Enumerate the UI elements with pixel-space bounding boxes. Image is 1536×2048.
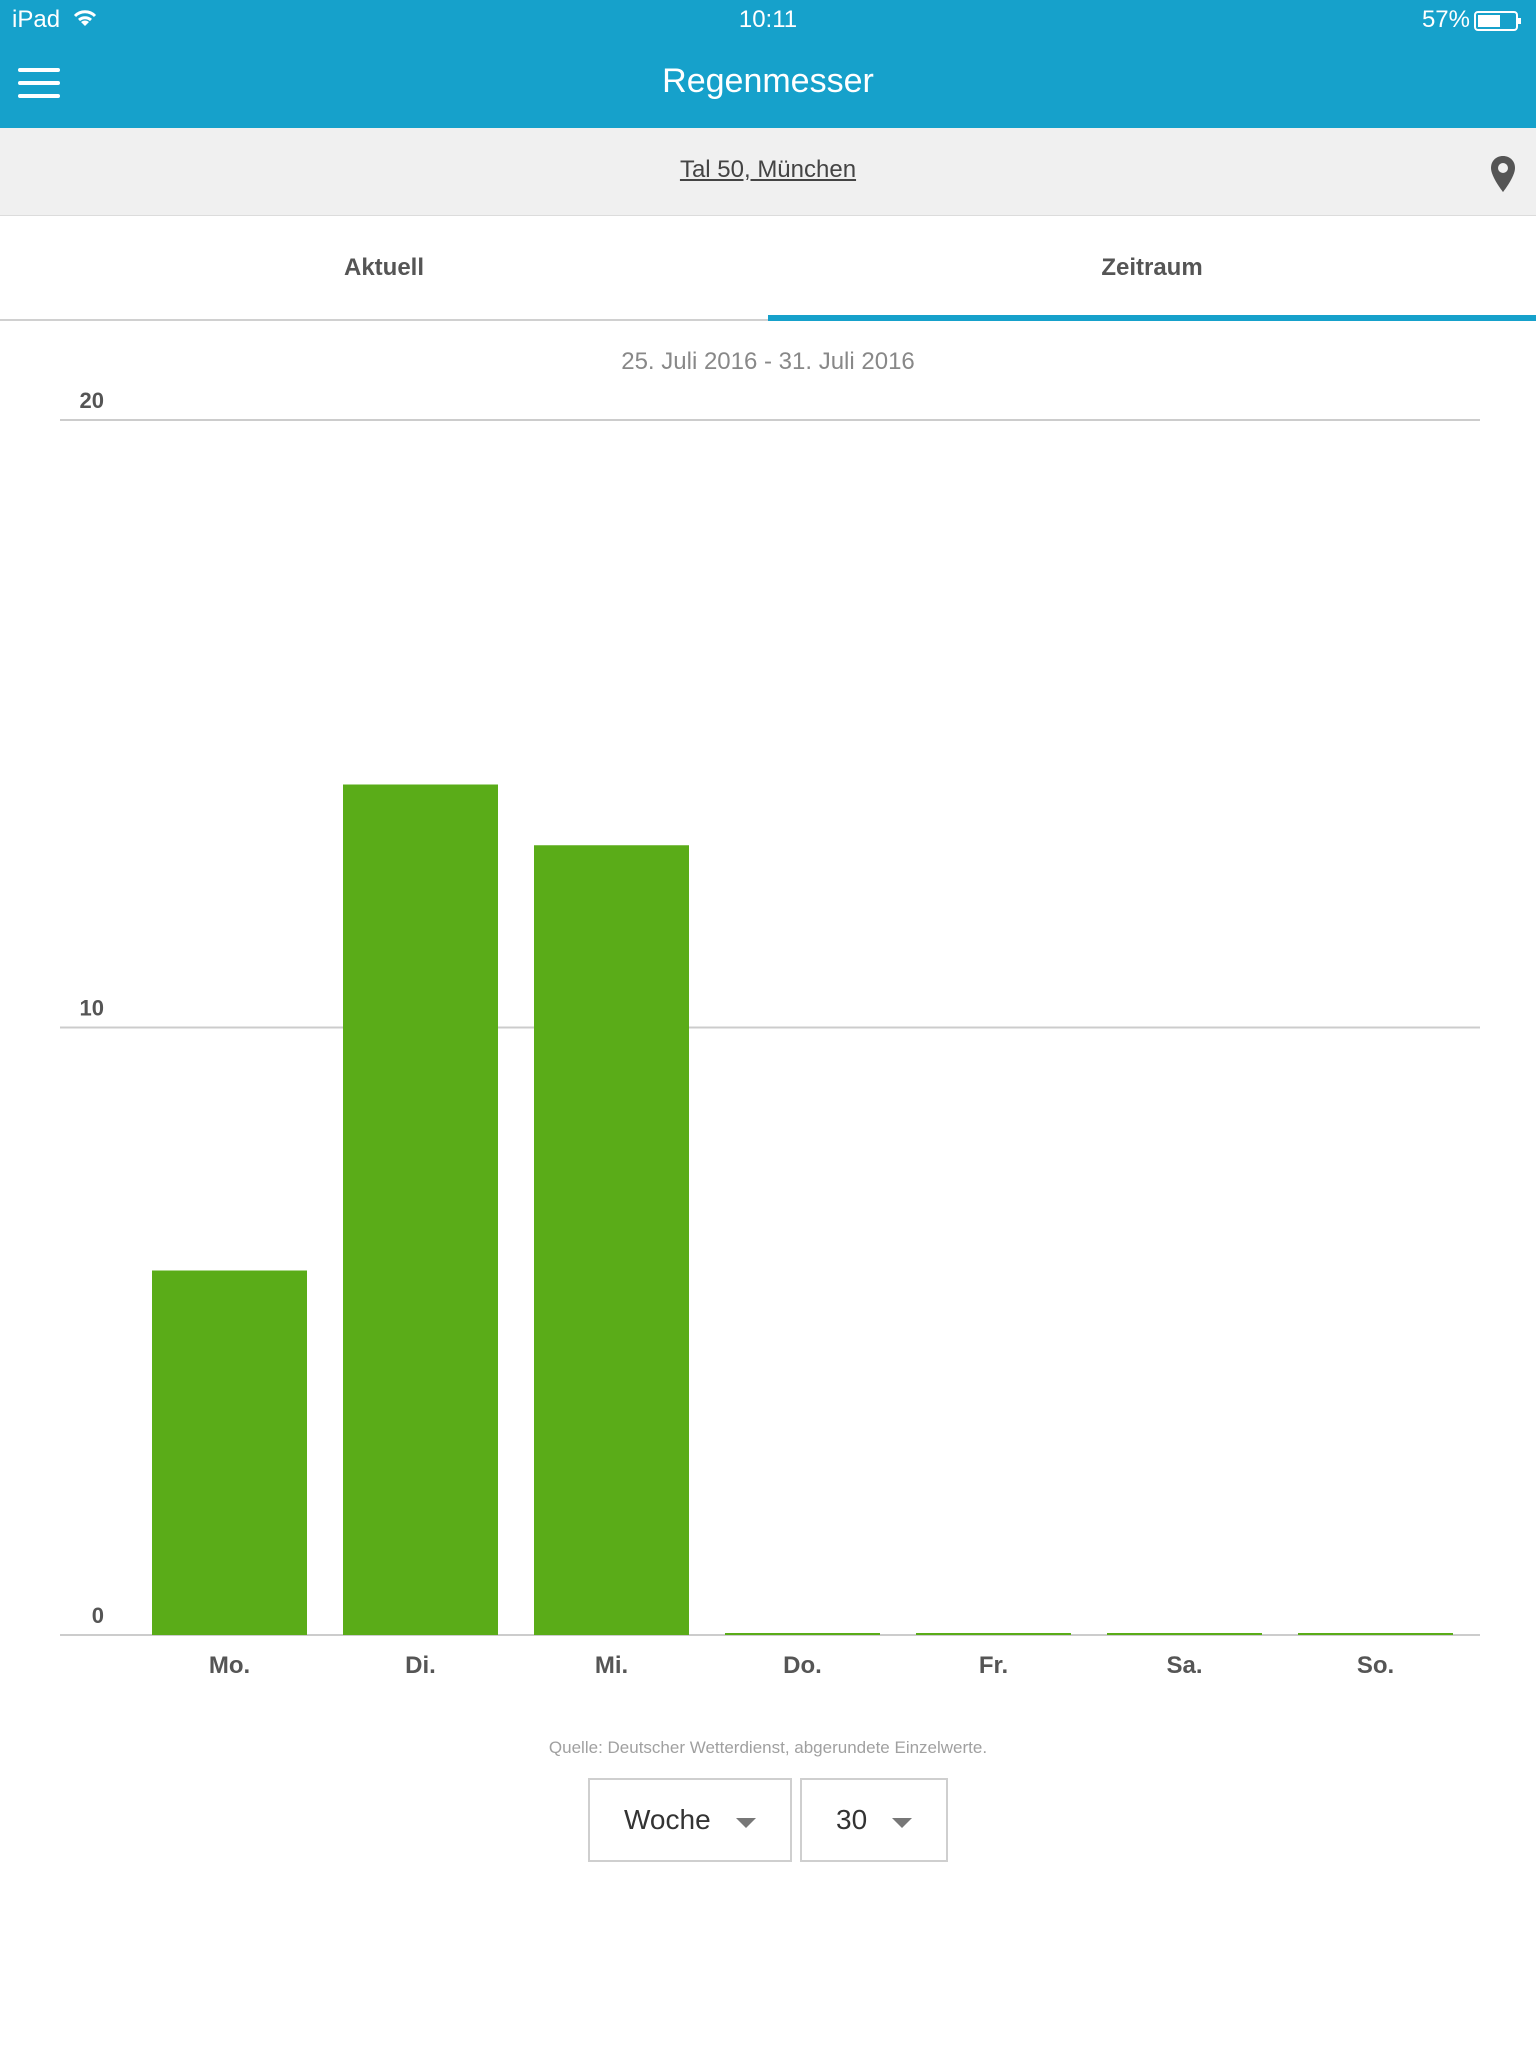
source-note: Quelle: Deutscher Wetterdienst, abgerund… (548, 1738, 988, 1757)
clock: 10:11 (738, 6, 798, 33)
active-tab-indicator (768, 315, 1536, 321)
tab-aktuell[interactable]: Aktuell (0, 216, 768, 321)
bar-fr (916, 1633, 1071, 1635)
week-select[interactable]: 30 (800, 1778, 948, 1862)
app-header: iPad 10:11 57% Regenmesser (0, 0, 1536, 128)
bar-mo (152, 1270, 307, 1635)
page-title: Regenmesser (662, 62, 874, 100)
bar-so (1298, 1633, 1453, 1635)
bar-di (343, 784, 498, 1635)
date-range: 25. Juli 2016 - 31. Juli 2016 (621, 348, 915, 375)
y-tick-label: 10 (80, 996, 104, 1021)
x-tick-label: Mo. (209, 1652, 250, 1679)
battery-icon (1474, 11, 1521, 31)
x-tick-label: Fr. (979, 1652, 1008, 1679)
week-select-value: 30 (836, 1804, 868, 1835)
bar-mi (534, 845, 689, 1635)
status-bar: iPad 10:11 57% (0, 0, 1536, 40)
location-bar: Tal 50, München (0, 128, 1536, 216)
chevron-down-icon (892, 1818, 912, 1828)
bar-do (725, 1633, 880, 1635)
period-select-value: Woche (624, 1804, 711, 1835)
x-tick-label: Sa. (1166, 1652, 1202, 1679)
battery-percent: 57% (1421, 6, 1470, 33)
location-link[interactable]: Tal 50, München (0, 156, 1536, 184)
x-tick-label: Mi. (595, 1652, 628, 1679)
map-pin-icon[interactable] (1488, 154, 1518, 194)
chevron-down-icon (736, 1818, 756, 1828)
period-select[interactable]: Woche (588, 1778, 792, 1862)
x-tick-label: So. (1357, 1652, 1394, 1679)
x-tick-label: Do. (783, 1652, 822, 1679)
y-tick-label: 20 (80, 388, 104, 413)
y-tick-label: 0 (92, 1603, 104, 1628)
tab-zeitraum[interactable]: Zeitraum (768, 216, 1536, 321)
bar-sa (1107, 1633, 1262, 1635)
rain-bar-chart: 0 10 20 Mo. Di. Mi. Do. Fr. Sa. So. (60, 388, 1480, 1679)
x-tick-label: Di. (405, 1652, 436, 1679)
tab-bar: Aktuell Zeitraum (0, 216, 1536, 321)
